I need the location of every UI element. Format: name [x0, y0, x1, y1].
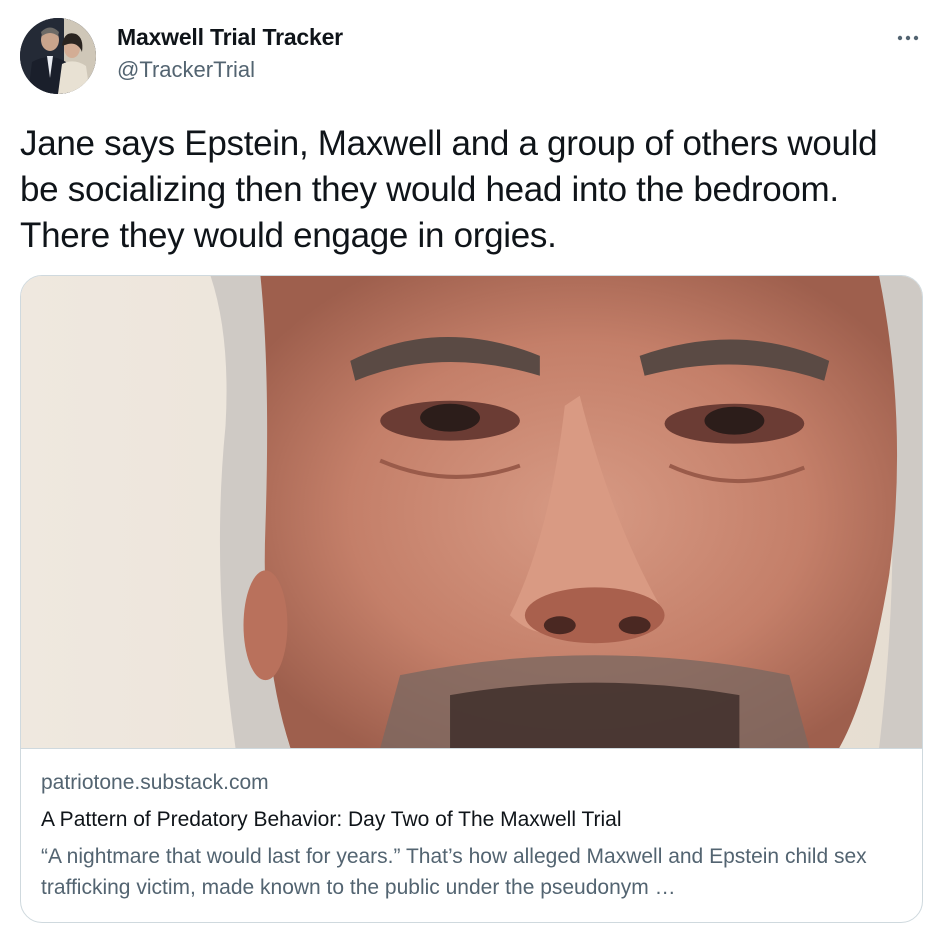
card-image[interactable]	[21, 276, 922, 749]
card-description: “A nightmare that would last for years.”…	[41, 845, 867, 899]
more-options-button[interactable]	[892, 22, 924, 54]
author-handle[interactable]: @TrackerTrial	[117, 57, 255, 83]
article-photo-icon	[21, 276, 922, 748]
avatar-photo-icon	[20, 18, 96, 94]
card-domain: patriotone.substack.com	[41, 771, 269, 794]
link-card[interactable]: patriotone.substack.com A Pattern of Pre…	[20, 275, 923, 923]
author-avatar[interactable]	[20, 18, 96, 94]
tweet: Maxwell Trial Tracker @TrackerTrial Jane…	[0, 0, 942, 942]
card-title[interactable]: A Pattern of Predatory Behavior: Day Two…	[41, 805, 906, 835]
tweet-text: Jane says Epstein, Maxwell and a group o…	[20, 124, 878, 255]
ellipsis-icon	[897, 35, 919, 41]
card-body: patriotone.substack.com A Pattern of Pre…	[41, 768, 906, 903]
author-display-name[interactable]: Maxwell Trial Tracker	[117, 24, 343, 51]
